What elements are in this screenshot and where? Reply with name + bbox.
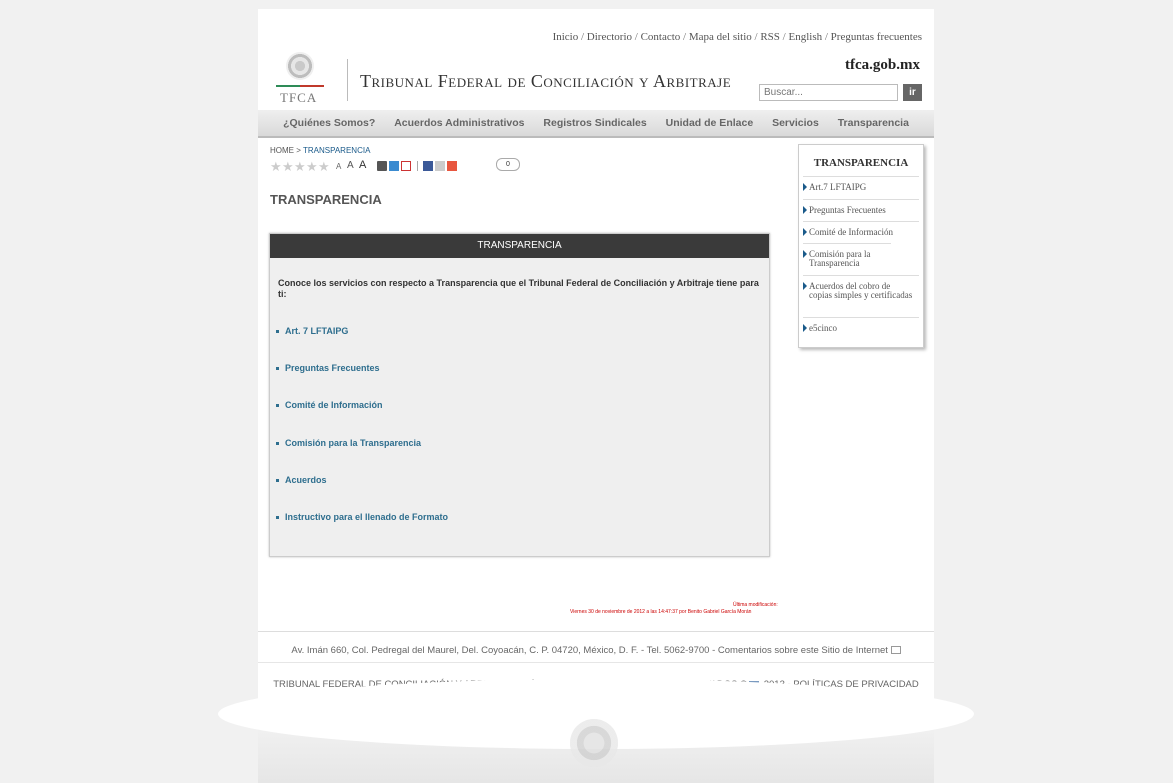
- panel-link-acuerdos[interactable]: Acuerdos: [276, 475, 327, 485]
- top-link-directorio[interactable]: Directorio: [587, 31, 632, 43]
- print-icon[interactable]: [377, 161, 387, 171]
- breadcrumb-home[interactable]: HOME: [270, 146, 294, 155]
- national-emblem-icon: [286, 52, 314, 80]
- header-divider: [347, 59, 348, 101]
- panel-link-label: Preguntas Frecuentes: [285, 363, 380, 373]
- national-seal-icon: [570, 719, 618, 767]
- sidebar-item-label: Art.7 LFTAIPG: [809, 182, 867, 192]
- panel-link-label: Instructivo para el llenado de Formato: [285, 512, 449, 522]
- gmail-icon[interactable]: [401, 161, 411, 171]
- font-large-icon[interactable]: A: [359, 159, 369, 171]
- footer-address-text: Av. Imán 660, Col. Pedregal del Maurel, …: [291, 645, 888, 656]
- separator: /: [822, 31, 831, 43]
- panel-link-comision[interactable]: Comisión para la Transparencia: [276, 438, 421, 448]
- star-icon[interactable]: ★: [294, 159, 306, 175]
- footer-address: Av. Imán 660, Col. Pedregal del Maurel, …: [258, 645, 934, 656]
- share-count: 0: [496, 158, 520, 171]
- panel-link-label: Comité de Información: [285, 400, 383, 410]
- twitter-icon[interactable]: [389, 161, 399, 171]
- sidebar: TRANSPARENCIA Art.7 LFTAIPG Preguntas Fr…: [798, 144, 924, 348]
- star-icon[interactable]: ★: [270, 159, 282, 175]
- arrow-right-icon: [803, 206, 807, 214]
- site-title: Tribunal Federal de Conciliación y Arbit…: [360, 71, 732, 91]
- top-link-inicio[interactable]: Inicio: [553, 31, 579, 43]
- top-link-rss[interactable]: RSS: [760, 31, 780, 43]
- sidebar-item-art7[interactable]: Art.7 LFTAIPG: [803, 176, 919, 193]
- star-icon[interactable]: ★: [282, 159, 294, 175]
- sidebar-item-e5cinco[interactable]: e5cinco: [803, 317, 919, 334]
- bullet: [276, 479, 279, 483]
- footer-divider: [258, 662, 934, 663]
- nav-unidad-de-enlace[interactable]: Unidad de Enlace: [666, 117, 754, 129]
- mail-icon[interactable]: [890, 646, 901, 655]
- logo-abbr: TFCA: [280, 90, 318, 105]
- panel-link-comite[interactable]: Comité de Información: [276, 400, 383, 410]
- flag-stripe: [276, 85, 324, 87]
- font-small-icon[interactable]: A: [336, 162, 346, 172]
- panel-link-label: Art. 7 LFTAIPG: [285, 326, 349, 336]
- site-domain: tfca.gob.mx: [845, 57, 920, 73]
- bullet: [276, 442, 279, 446]
- nav-acuerdos-administrativos[interactable]: Acuerdos Administrativos: [394, 117, 524, 129]
- sidebar-title: TRANSPARENCIA: [813, 157, 909, 169]
- panel-link-label: Acuerdos: [285, 475, 327, 485]
- nav-transparencia[interactable]: Transparencia: [838, 117, 909, 129]
- sidebar-item-comision[interactable]: Comisión para la Transparencia: [803, 243, 891, 268]
- top-links: Inicio / Directorio / Contacto / Mapa de…: [258, 31, 922, 43]
- sidebar-item-label: Comité de Información: [809, 227, 893, 237]
- transparency-panel: TRANSPARENCIA Conoce los servicios con r…: [269, 233, 770, 557]
- page-container: Inicio / Directorio / Contacto / Mapa de…: [218, 9, 974, 783]
- top-link-faq[interactable]: Preguntas frecuentes: [831, 31, 922, 43]
- panel-link-instructivo[interactable]: Instructivo para el llenado de Formato: [276, 512, 448, 522]
- nav-quienes-somos[interactable]: ¿Quiénes Somos?: [283, 117, 375, 129]
- panel-title: TRANSPARENCIA: [270, 234, 769, 258]
- separator: /: [680, 31, 689, 43]
- tfca-logo[interactable]: TFCA: [276, 52, 324, 108]
- facebook-icon[interactable]: [423, 161, 433, 171]
- panel-link-label: Comisión para la Transparencia: [285, 438, 422, 448]
- bullet: [276, 367, 279, 371]
- arrow-right-icon: [803, 282, 807, 290]
- nav-servicios[interactable]: Servicios: [772, 117, 819, 129]
- arrow-right-icon: [803, 250, 807, 258]
- nav-registros-sindicales[interactable]: Registros Sindicales: [543, 117, 646, 129]
- sidebar-item-label: Preguntas Frecuentes: [809, 205, 886, 215]
- star-icon[interactable]: ★: [306, 159, 318, 175]
- main-nav: ¿Quiénes Somos? Acuerdos Administrativos…: [258, 110, 934, 138]
- top-link-mapa[interactable]: Mapa del sitio: [689, 31, 752, 43]
- arrow-right-icon: [803, 183, 807, 191]
- addthis-icon[interactable]: [447, 161, 457, 171]
- email-icon[interactable]: [435, 161, 445, 171]
- search-button[interactable]: ir: [903, 84, 922, 101]
- separator: [417, 161, 418, 171]
- star-icon[interactable]: ★: [318, 159, 330, 175]
- arrow-right-icon: [803, 324, 807, 332]
- breadcrumb-sep: >: [294, 146, 303, 155]
- search-input[interactable]: [759, 84, 898, 101]
- sidebar-item-comite[interactable]: Comité de Información: [803, 221, 919, 238]
- page-title: TRANSPARENCIA: [270, 192, 382, 207]
- sidebar-item-label: Comisión para la Transparencia: [809, 249, 871, 268]
- panel-intro: Conoce los servicios con respecto a Tran…: [278, 278, 759, 299]
- bullet: [276, 330, 279, 334]
- last-modified-label: Última modificación:: [733, 602, 778, 608]
- top-link-english[interactable]: English: [788, 31, 822, 43]
- arrow-right-icon: [803, 228, 807, 236]
- sidebar-item-label: Acuerdos del cobro de copias simples y c…: [809, 281, 913, 300]
- breadcrumb-current: TRANSPARENCIA: [302, 146, 371, 155]
- panel-link-faq[interactable]: Preguntas Frecuentes: [276, 363, 380, 373]
- sidebar-item-faq[interactable]: Preguntas Frecuentes: [803, 199, 919, 216]
- breadcrumb: HOME > TRANSPARENCIA: [270, 146, 370, 155]
- sidebar-item-label: e5cinco: [809, 323, 837, 333]
- separator: /: [578, 31, 587, 43]
- separator: /: [632, 31, 641, 43]
- panel-link-art7[interactable]: Art. 7 LFTAIPG: [276, 326, 348, 336]
- bullet: [276, 404, 279, 408]
- bullet: [276, 516, 279, 520]
- last-modified-text: Viernes 30 de noviembre de 2012 a las 14…: [570, 609, 752, 615]
- font-medium-icon[interactable]: A: [347, 160, 357, 171]
- footer-divider: [258, 631, 934, 632]
- top-link-contacto[interactable]: Contacto: [641, 31, 681, 43]
- sidebar-item-acuerdos-cobro[interactable]: Acuerdos del cobro de copias simples y c…: [803, 275, 919, 300]
